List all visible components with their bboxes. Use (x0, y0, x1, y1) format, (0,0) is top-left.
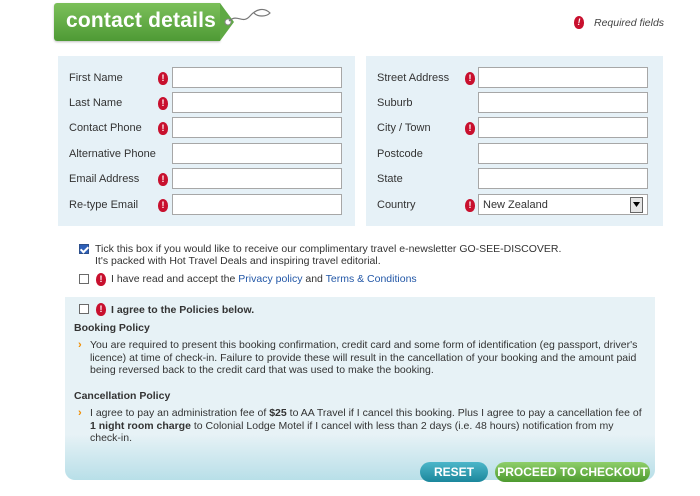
required-icon: ! (158, 72, 168, 85)
agree-policies-checkbox[interactable] (79, 304, 89, 314)
field-label: Email Address (69, 173, 140, 185)
email-address-input[interactable] (172, 168, 342, 189)
field-email-address: Email Address ! (58, 168, 355, 190)
required-icon: ! (158, 173, 168, 186)
required-icon: ! (96, 303, 106, 316)
contact-phone-input[interactable] (172, 117, 342, 138)
field-city-town: City / Town ! (366, 117, 663, 139)
cancellation-policy-title: Cancellation Policy (74, 390, 171, 402)
city-town-input[interactable] (478, 117, 648, 138)
cancel-fee: $25 (269, 407, 287, 419)
section-header-tag: contact details (54, 3, 271, 41)
cancel-text-1: I agree to pay an administration fee of (90, 407, 270, 419)
required-icon: ! (158, 97, 168, 110)
dropdown-arrow-button[interactable] (630, 196, 643, 213)
field-label: Re-type Email (69, 199, 139, 211)
field-label: Contact Phone (69, 122, 142, 134)
reset-button[interactable]: RESET (420, 462, 488, 482)
bullet-arrow-icon: › (78, 407, 82, 419)
required-icon: ! (158, 199, 168, 212)
chevron-down-icon (633, 202, 640, 207)
required-icon: ! (465, 199, 475, 212)
required-legend-text: Required fields (594, 16, 665, 29)
proceed-to-checkout-button[interactable]: PROCEED TO CHECKOUT (495, 462, 650, 482)
field-street-address: Street Address ! (366, 67, 663, 89)
cancellation-policy-text: I agree to pay an administration fee of … (90, 407, 645, 445)
field-state: State (366, 168, 663, 190)
cancel-text-2: to AA Travel if I cancel this booking. P… (286, 407, 642, 419)
bullet-arrow-icon: › (78, 339, 82, 351)
booking-policy-text: You are required to present this booking… (90, 339, 638, 376)
field-first-name: First Name ! (58, 67, 355, 89)
field-country: Country ! New Zealand (366, 194, 663, 216)
street-address-input[interactable] (478, 67, 648, 88)
alternative-phone-input[interactable] (172, 143, 342, 164)
field-label: City / Town (377, 122, 431, 134)
first-name-input[interactable] (172, 67, 342, 88)
field-label: State (377, 173, 403, 185)
newsletter-line-1: Tick this box if you would like to recei… (95, 243, 562, 255)
newsletter-checkbox[interactable] (79, 244, 89, 254)
field-label: Postcode (377, 148, 423, 160)
personal-details-panel: First Name ! Last Name ! Contact Phone !… (58, 56, 355, 226)
state-input[interactable] (478, 168, 648, 189)
privacy-and: and (302, 273, 326, 285)
field-label: Suburb (377, 97, 413, 109)
field-label: Last Name (69, 97, 123, 109)
field-label: Alternative Phone (69, 148, 156, 160)
required-legend: ! Required fields (574, 16, 664, 29)
privacy-policy-link[interactable]: Privacy policy (238, 273, 302, 285)
address-details-panel: Street Address ! Suburb City / Town ! Po… (366, 56, 663, 226)
field-alternative-phone: Alternative Phone (58, 143, 355, 165)
required-icon: ! (96, 273, 106, 286)
cancel-charge: 1 night room charge (90, 419, 191, 432)
suburb-input[interactable] (478, 92, 648, 113)
privacy-checkbox[interactable] (79, 274, 89, 284)
required-icon: ! (574, 16, 584, 29)
terms-conditions-link[interactable]: Terms & Conditions (326, 273, 417, 285)
policies-panel: ! I agree to the Policies below. Booking… (65, 297, 655, 480)
required-icon: ! (465, 72, 475, 85)
field-contact-phone: Contact Phone ! (58, 117, 355, 139)
newsletter-text: Tick this box if you would like to recei… (95, 243, 561, 267)
page-title: contact details (66, 9, 217, 32)
privacy-text: I have read and accept the Privacy polic… (111, 273, 417, 285)
field-label: Country (377, 199, 416, 211)
required-icon: ! (158, 122, 168, 135)
postcode-input[interactable] (478, 143, 648, 164)
field-suburb: Suburb (366, 92, 663, 114)
privacy-prefix: I have read and accept the (111, 273, 239, 285)
newsletter-line-2: It's packed with Hot Travel Deals and in… (95, 255, 381, 267)
booking-policy-title: Booking Policy (74, 322, 150, 334)
country-select[interactable]: New Zealand (478, 194, 648, 215)
field-last-name: Last Name ! (58, 92, 355, 114)
tag-string-icon (224, 8, 271, 26)
required-icon: ! (465, 122, 475, 135)
field-retype-email: Re-type Email ! (58, 194, 355, 216)
country-selected-value: New Zealand (483, 198, 548, 211)
retype-email-input[interactable] (172, 194, 342, 215)
last-name-input[interactable] (172, 92, 342, 113)
field-postcode: Postcode (366, 143, 663, 165)
field-label: Street Address (377, 72, 450, 84)
field-label: First Name (69, 72, 123, 84)
agree-policies-label: I agree to the Policies below. (111, 304, 255, 316)
